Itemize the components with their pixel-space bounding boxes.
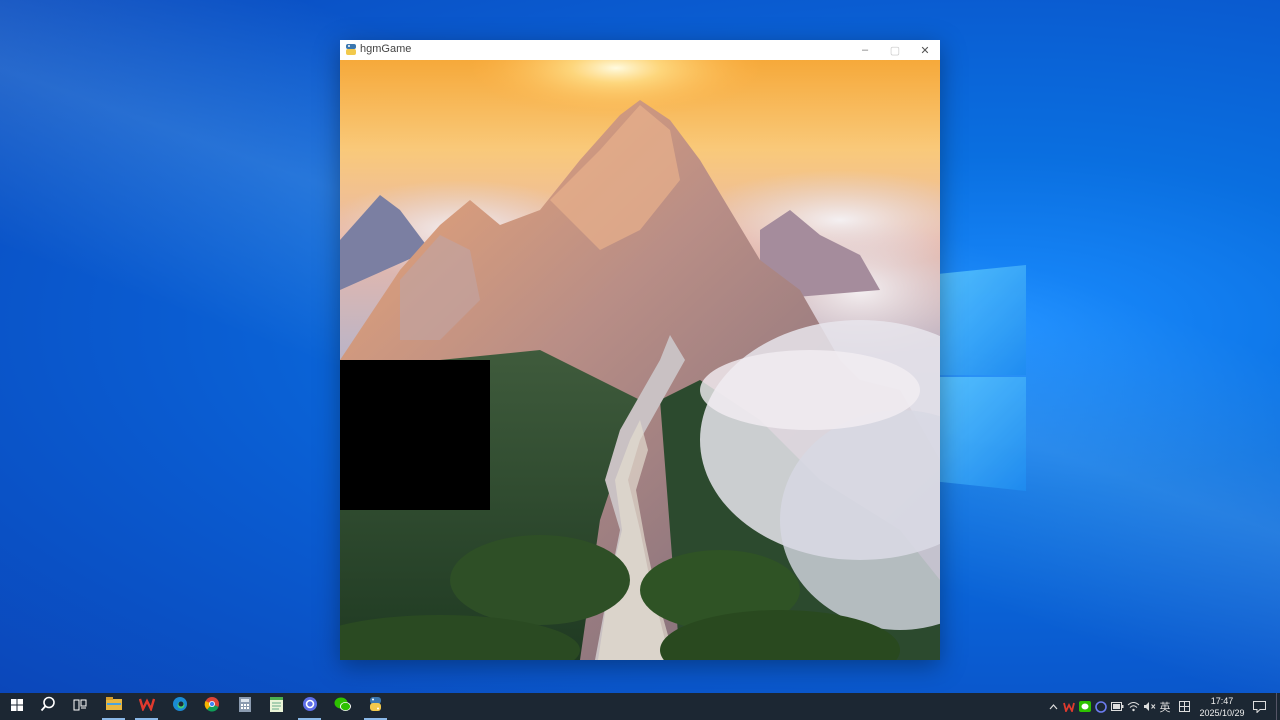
title-bar[interactable]: hgmGame – ▢ ✕	[340, 40, 940, 60]
notepad-button[interactable]	[260, 693, 293, 720]
minimize-button[interactable]: –	[850, 40, 880, 60]
app-tray-icon[interactable]	[1094, 693, 1108, 720]
app-button[interactable]	[293, 693, 326, 720]
wps-office-icon	[138, 697, 155, 716]
wechat-icon	[334, 697, 351, 717]
keyboard-grid-icon[interactable]	[1176, 693, 1192, 720]
chevron-up-icon[interactable]	[1046, 693, 1060, 720]
game-window: hgmGame – ▢ ✕	[340, 40, 940, 660]
search-button[interactable]	[31, 693, 64, 720]
python-game-button[interactable]	[359, 693, 392, 720]
notepad-icon	[270, 696, 283, 717]
python-icon	[345, 43, 357, 56]
battery-icon[interactable]	[1110, 693, 1124, 720]
clock-time: 17:47	[1210, 696, 1234, 706]
python-icon	[368, 696, 383, 717]
taskbar: 英 17:47 2025/10/29	[0, 693, 1280, 720]
chrome-button[interactable]	[195, 693, 228, 720]
wechat-tray-icon[interactable]	[1078, 693, 1092, 720]
window-title: hgmGame	[360, 43, 412, 55]
empty-puzzle-tile[interactable]	[340, 360, 490, 510]
task-view-icon	[73, 698, 87, 716]
wechat-button[interactable]	[326, 693, 359, 720]
start-button[interactable]	[0, 693, 33, 720]
task-view-button[interactable]	[63, 693, 96, 720]
show-desktop-button[interactable]	[1276, 693, 1280, 720]
notification-icon[interactable]	[1251, 693, 1267, 720]
file-explorer-button[interactable]	[97, 693, 130, 720]
wps-office-button[interactable]	[130, 693, 163, 720]
puzzle-board[interactable]	[340, 60, 940, 660]
volume-muted-icon[interactable]	[1142, 693, 1156, 720]
system-clock[interactable]: 17:47 2025/10/29	[1194, 695, 1250, 719]
maximize-button[interactable]: ▢	[880, 40, 910, 60]
wps-tray-icon[interactable]	[1062, 693, 1076, 720]
search-icon	[40, 696, 56, 717]
edge-icon	[172, 696, 188, 717]
windows-desktop-logo	[940, 255, 1028, 493]
calculator-icon	[238, 696, 251, 717]
app-icon	[302, 696, 318, 717]
start-icon	[10, 698, 23, 716]
wifi-icon[interactable]	[1126, 693, 1140, 720]
clock-date: 2025/10/29	[1199, 708, 1245, 718]
ime-indicator[interactable]: 英	[1157, 693, 1173, 720]
edge-button[interactable]	[163, 693, 196, 720]
chrome-icon	[204, 696, 220, 717]
close-button[interactable]: ✕	[910, 40, 940, 60]
file-explorer-icon	[105, 697, 122, 716]
calculator-button[interactable]	[228, 693, 261, 720]
